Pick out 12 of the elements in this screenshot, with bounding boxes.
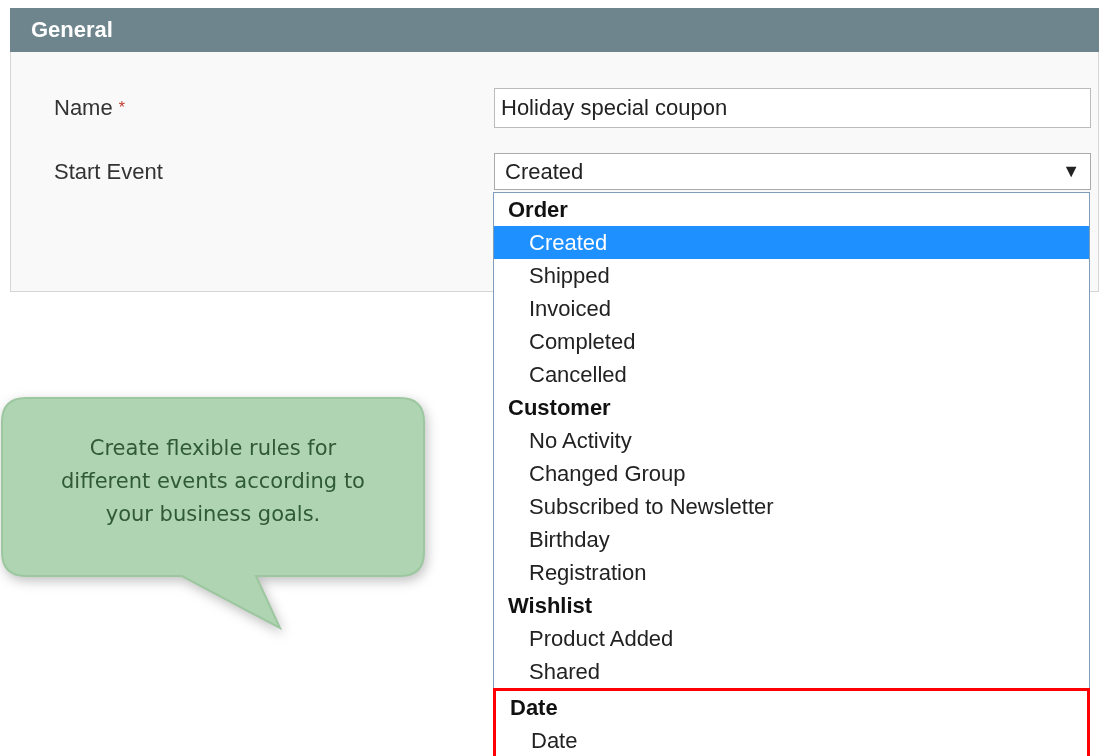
- name-field[interactable]: Holiday special coupon: [494, 88, 1091, 128]
- field-label: Name: [54, 95, 113, 121]
- panel-title: General: [10, 8, 1099, 52]
- option-group-label: Date: [509, 693, 559, 722]
- option-group-label: Wishlist: [507, 591, 594, 620]
- select-field[interactable]: Created ▼: [494, 153, 1091, 190]
- callout-text: Create flexible rules for different events according to your business goals.: [60, 435, 366, 528]
- field-label: Start Event: [54, 158, 163, 185]
- caret-icon: ▼: [1062, 161, 1080, 182]
- option-group-label: Order: [507, 195, 569, 224]
- option-group-label: Customer: [507, 393, 612, 422]
- required-marker: *: [118, 99, 125, 117]
